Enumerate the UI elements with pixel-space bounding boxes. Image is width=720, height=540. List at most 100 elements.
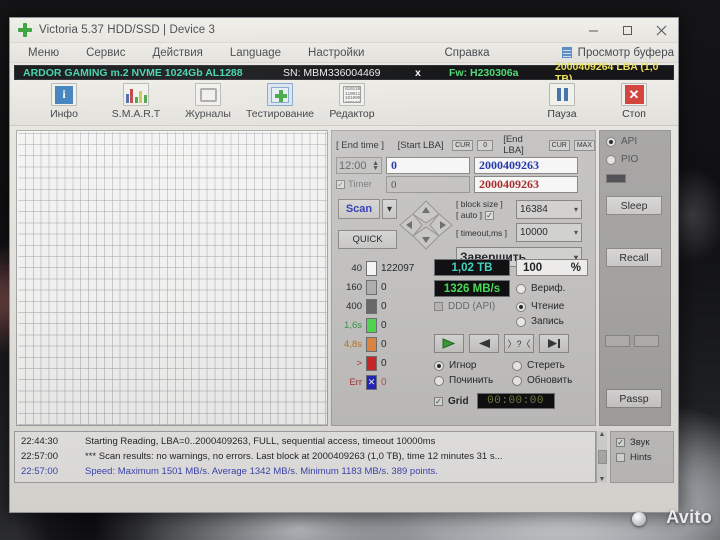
menu-item-menu[interactable]: Меню: [19, 47, 68, 59]
log-row: 22:57:00 *** Scan results: no warnings, …: [15, 449, 595, 464]
start-lba-cur-button[interactable]: CUR: [452, 140, 473, 151]
mode-verify-option[interactable]: Вериф.: [516, 280, 565, 297]
quick-button[interactable]: QUICK: [338, 230, 397, 249]
end-lba-cur-button[interactable]: CUR: [549, 140, 570, 151]
start-lba-zero-button[interactable]: 0: [477, 140, 493, 151]
small-buttons-pair[interactable]: [605, 335, 659, 347]
end-button[interactable]: [539, 334, 569, 353]
scan-button[interactable]: Scan: [338, 199, 380, 219]
log-scrollbar[interactable]: ▲ ▼: [596, 431, 607, 483]
toolbar-button-pause[interactable]: Пауза: [526, 83, 598, 120]
scroll-thumb[interactable]: [598, 450, 607, 464]
action-ignore-radio[interactable]: [434, 361, 444, 371]
sleep-button[interactable]: Sleep: [606, 196, 662, 215]
timer-toggle[interactable]: Timer: [336, 179, 382, 190]
toolbar-button-journals[interactable]: Журналы: [172, 83, 244, 120]
buffer-view-group[interactable]: Просмотр буфера: [562, 47, 674, 59]
hints-toggle[interactable]: Hints: [616, 450, 673, 465]
scroll-down-icon[interactable]: ▼: [599, 476, 606, 483]
scan-dropdown-caret-icon[interactable]: ▾: [382, 199, 397, 219]
grid-toggle[interactable]: Grid: [434, 396, 469, 407]
stepper-arrows-icon: ▲▼: [372, 161, 379, 171]
toolbar-button-testing[interactable]: Тестирование: [244, 83, 316, 120]
ddd-api-checkbox[interactable]: [434, 302, 443, 311]
sound-checkbox[interactable]: [616, 438, 625, 447]
play-forward-button[interactable]: [434, 334, 464, 353]
hints-checkbox[interactable]: [616, 453, 625, 462]
mode-write-option[interactable]: Запись: [516, 316, 564, 327]
green-cross-icon: [18, 23, 32, 37]
mode-read-option[interactable]: Чтение: [516, 301, 564, 312]
recall-button[interactable]: Recall: [606, 248, 662, 267]
chevron-down-icon: ▾: [574, 205, 578, 214]
timeout-select[interactable]: 10000 ▾: [516, 223, 582, 242]
action-repair-option[interactable]: Починить: [434, 375, 512, 386]
speed-readout: 1326 MB/s: [434, 280, 510, 297]
grid-checkbox[interactable]: [434, 397, 443, 406]
menu-item-language[interactable]: Language: [221, 47, 290, 59]
legend-row: > 0: [336, 354, 432, 373]
end-time-stepper[interactable]: 12:00 ▲▼: [336, 157, 382, 174]
menu-item-actions[interactable]: Действия: [143, 47, 211, 59]
legend-time: 400: [336, 301, 362, 312]
auto-checkbox[interactable]: [485, 211, 494, 220]
action-repair-radio[interactable]: [434, 376, 444, 386]
stop-icon: ✕: [621, 83, 647, 106]
random-button[interactable]: 〉?〈: [504, 334, 534, 353]
pause-icon: [549, 83, 575, 106]
mode-write-radio[interactable]: [516, 317, 526, 327]
end-lba-input-2[interactable]: 2000409263: [474, 176, 578, 193]
buffer-icon: [562, 47, 572, 58]
mode-verify-radio[interactable]: [516, 284, 526, 294]
timer-input[interactable]: 0: [386, 176, 470, 193]
toolbar-button-editor[interactable]: 010110110011101000000110 Редактор: [316, 83, 388, 120]
pio-radio[interactable]: [606, 155, 616, 165]
device-info-bar: ARDOR GAMING m.2 NVME 1024Gb AL1288 SN: …: [14, 65, 674, 80]
log-row: 22:44:30 Starting Reading, LBA=0..200040…: [15, 434, 595, 449]
toolbar-button-smart[interactable]: S.M.A.R.T: [100, 83, 172, 120]
maximize-icon[interactable]: [610, 18, 644, 43]
legend-swatch: [366, 299, 377, 314]
action-erase-option[interactable]: Стереть: [512, 360, 565, 371]
action-refresh-radio[interactable]: [512, 376, 522, 386]
menu-item-service[interactable]: Сервис: [77, 47, 134, 59]
avito-logo-icon: [632, 512, 646, 526]
block-size-select[interactable]: 16384 ▾: [516, 200, 582, 219]
log-list[interactable]: 22:44:30 Starting Reading, LBA=0..200040…: [14, 431, 596, 483]
action-erase-label: Стереть: [527, 360, 565, 371]
pio-option[interactable]: PIO: [606, 154, 638, 165]
menu-item-settings[interactable]: Настройки: [299, 47, 373, 59]
grid-label: Grid: [448, 396, 469, 407]
passport-button[interactable]: Passp: [606, 389, 662, 408]
action-refresh-option[interactable]: Обновить: [512, 375, 572, 386]
log-message: *** Scan results: no warnings, no errors…: [77, 451, 503, 462]
end-lba-max-button[interactable]: MAX: [574, 140, 595, 151]
minimize-icon[interactable]: [576, 18, 610, 43]
api-radio[interactable]: [606, 137, 616, 147]
surface-grid-map[interactable]: [16, 130, 328, 426]
small-button-2[interactable]: [634, 335, 659, 347]
api-option[interactable]: API: [606, 136, 637, 147]
menu-item-help[interactable]: Справка: [435, 47, 498, 59]
ddd-api-option[interactable]: DDD (API): [434, 301, 510, 312]
device-close-x[interactable]: x: [415, 67, 421, 79]
sound-toggle[interactable]: Звук: [616, 435, 673, 450]
end-lba-input[interactable]: 2000409263: [474, 157, 578, 174]
testing-icon: [267, 83, 293, 106]
toolbar-button-stop[interactable]: ✕ Стоп: [598, 83, 670, 120]
timeout-value: 10000: [520, 227, 548, 238]
action-options: Игнор Стереть: [434, 360, 592, 371]
dpad-navigation[interactable]: [398, 199, 454, 251]
mode-read-radio[interactable]: [516, 302, 526, 312]
timer-checkbox[interactable]: [336, 180, 345, 189]
block-size-label: [ block size ]: [456, 199, 516, 209]
scroll-up-icon[interactable]: ▲: [599, 431, 606, 438]
small-button-1[interactable]: [605, 335, 630, 347]
close-icon[interactable]: [644, 18, 678, 43]
start-lba-input[interactable]: 0: [386, 157, 470, 174]
progress-indicator: [606, 174, 626, 183]
play-back-button[interactable]: [469, 334, 499, 353]
action-ignore-option[interactable]: Игнор: [434, 360, 512, 371]
action-erase-radio[interactable]: [512, 361, 522, 371]
toolbar-button-info[interactable]: i Инфо: [28, 83, 100, 120]
